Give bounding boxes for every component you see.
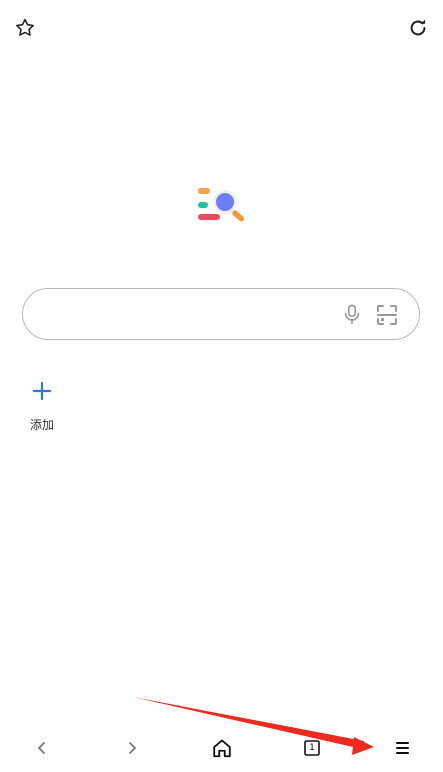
refresh-icon [410, 19, 426, 36]
plus-icon [32, 381, 52, 401]
menu-button[interactable] [388, 734, 416, 762]
home-button[interactable] [208, 734, 236, 762]
bookmark-star-button[interactable] [8, 11, 42, 45]
add-shortcut-button[interactable]: 添加 [22, 372, 62, 436]
star-outline-icon [16, 18, 34, 36]
home-icon [213, 739, 231, 758]
microphone-icon[interactable] [341, 303, 363, 325]
tabs-icon: 1 [304, 740, 320, 756]
add-shortcut-label: 添加 [29, 418, 54, 432]
annotation-arrow [133, 697, 374, 755]
qr-scan-icon[interactable] [375, 303, 399, 327]
forward-button[interactable] [118, 734, 146, 762]
back-button[interactable] [28, 734, 56, 762]
menu-icon [396, 742, 409, 754]
search-box[interactable] [22, 288, 420, 340]
bottom-navigation-bar: 1 [0, 722, 443, 772]
tabs-button[interactable]: 1 [298, 734, 326, 762]
chevron-right-icon [129, 742, 136, 754]
refresh-button[interactable] [401, 11, 435, 45]
tabs-count: 1 [309, 743, 315, 753]
chevron-left-icon [38, 742, 45, 754]
search-engine-logo [193, 183, 253, 227]
search-input[interactable] [45, 299, 339, 331]
